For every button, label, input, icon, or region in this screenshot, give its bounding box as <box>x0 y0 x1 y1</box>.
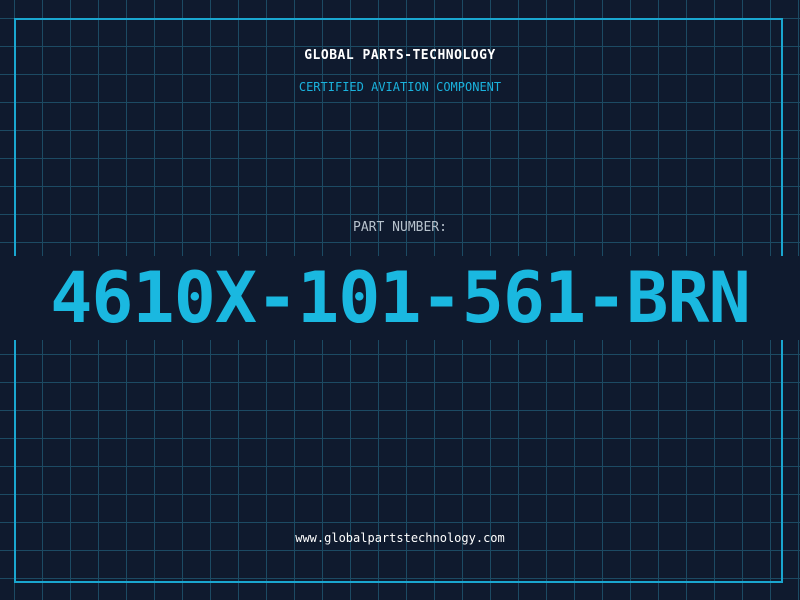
certification-subtitle: CERTIFIED AVIATION COMPONENT <box>298 80 502 94</box>
part-number-value: 4610X-101-561-BRN <box>0 256 800 340</box>
company-name: GLOBAL PARTS-TECHNOLOGY <box>304 48 496 63</box>
part-number-label: PART NUMBER: <box>353 220 447 235</box>
website-url: www.globalpartstechnology.com <box>295 531 505 545</box>
label-card: GLOBAL PARTS-TECHNOLOGY CERTIFIED AVIATI… <box>0 0 800 600</box>
